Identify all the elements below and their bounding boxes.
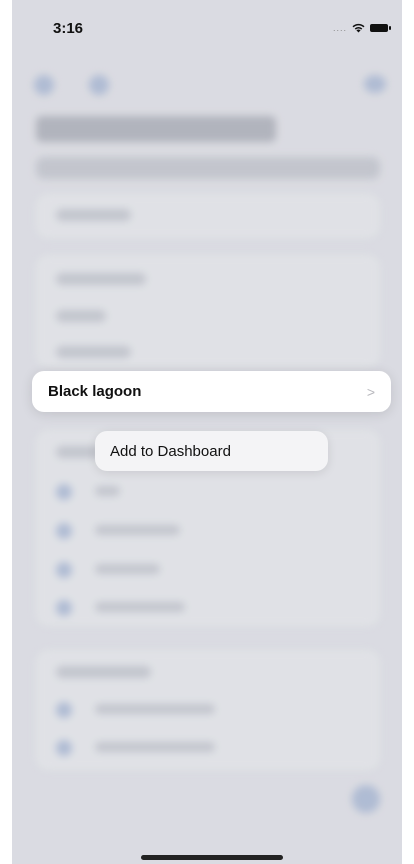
chevron-right-icon: > (366, 383, 375, 400)
context-menu: Add to Dashboard (95, 431, 328, 471)
add-to-dashboard-menu-item[interactable]: Add to Dashboard (110, 443, 231, 460)
home-indicator[interactable] (141, 855, 283, 860)
signal-icon: .... (332, 22, 347, 33)
wifi-icon (352, 23, 365, 33)
status-time: 3:16 (53, 20, 84, 37)
list-item-label: Black lagoon (48, 383, 142, 400)
phone-screen: 3:16 .... Black lagoon > Add to Dashboar… (12, 0, 402, 864)
status-icons: .... (332, 22, 391, 33)
battery-icon (370, 23, 391, 32)
focused-list-item[interactable]: Black lagoon > (32, 371, 391, 412)
